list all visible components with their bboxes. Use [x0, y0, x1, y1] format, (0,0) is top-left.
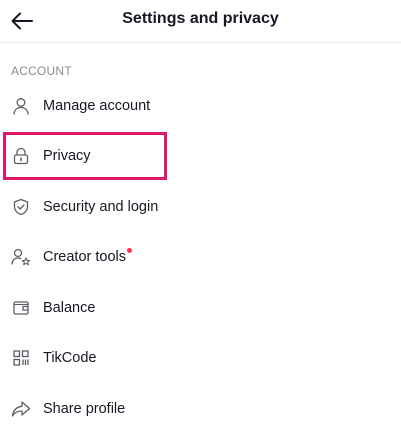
settings-item-tikcode[interactable]: TikCode: [0, 334, 401, 382]
settings-item-creator-tools[interactable]: Creator tools: [0, 233, 401, 281]
settings-item-label: Balance: [43, 300, 96, 316]
settings-item-label: TikCode: [43, 350, 97, 366]
settings-item-label: Privacy: [43, 148, 91, 164]
share-arrow-icon: [11, 399, 31, 419]
settings-item-label: Security and login: [43, 199, 159, 215]
qr-code-icon: [11, 348, 31, 368]
creator-tools-label: Creator tools: [43, 249, 127, 265]
notification-dot: [127, 248, 133, 253]
wallet-icon: [11, 298, 31, 318]
creator-star-icon: [11, 247, 31, 267]
settings-item-privacy[interactable]: Privacy: [0, 132, 401, 180]
settings-item-manage-account[interactable]: Manage account: [0, 82, 401, 130]
top-bar: Settings and privacy: [0, 0, 401, 43]
settings-item-label: Creator tools: [43, 248, 133, 265]
settings-item-share-profile[interactable]: Share profile: [0, 385, 401, 433]
settings-item-balance[interactable]: Balance: [0, 284, 401, 332]
settings-item-security-login[interactable]: Security and login: [0, 183, 401, 231]
section-label-account: ACCOUNT: [11, 64, 72, 78]
person-icon: [11, 96, 31, 116]
shield-check-icon: [11, 197, 31, 217]
lock-icon: [11, 146, 31, 166]
settings-item-label: Share profile: [43, 401, 126, 417]
page-title: Settings and privacy: [122, 10, 279, 27]
settings-item-label: Manage account: [43, 98, 151, 114]
